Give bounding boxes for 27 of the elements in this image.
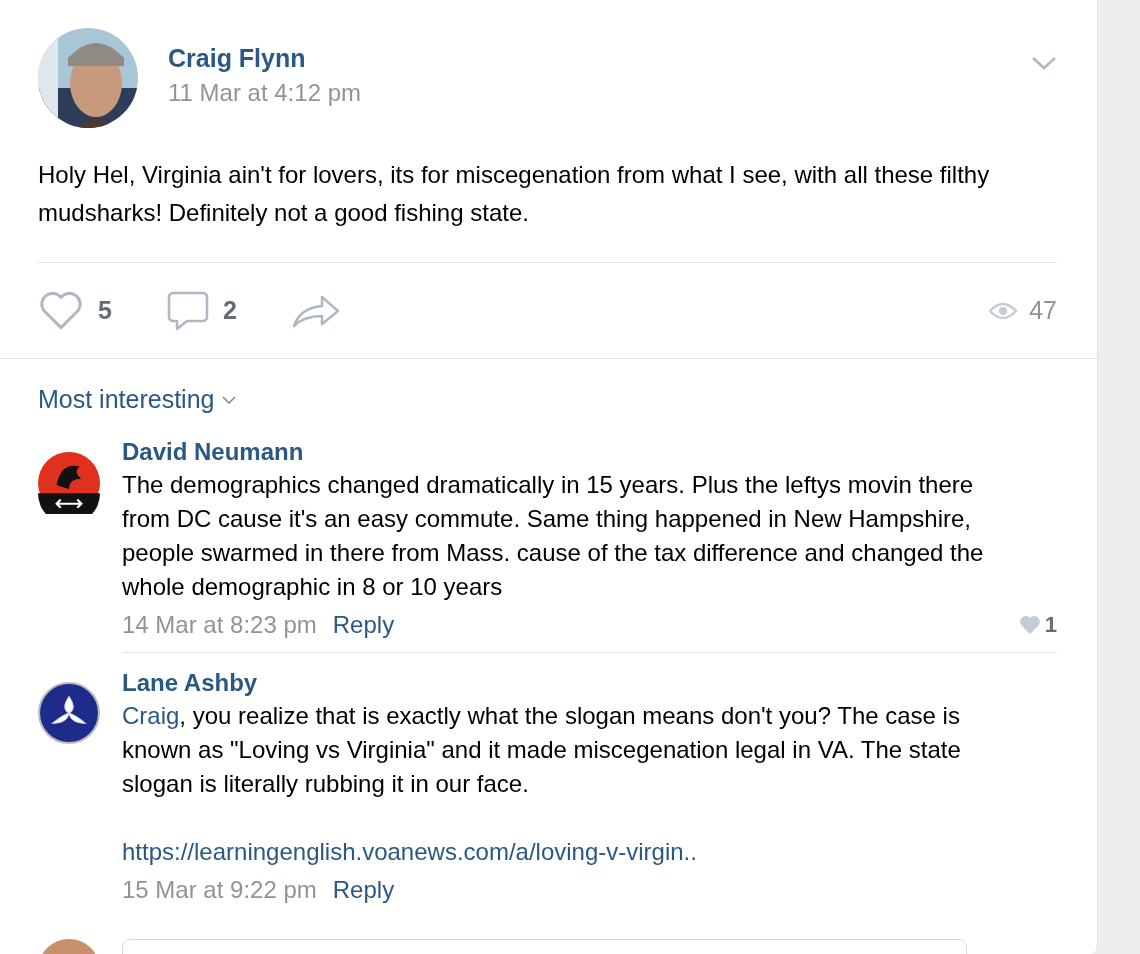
heart-icon[interactable] xyxy=(1018,615,1041,635)
url-link[interactable]: https://learningenglish.voanews.com/a/loving-v-virgin.. xyxy=(122,835,697,869)
commenter-name[interactable]: David Neumann xyxy=(122,436,1057,468)
comment-icon[interactable] xyxy=(166,290,209,331)
comment-time: 15 Mar at 9:22 pm xyxy=(122,876,317,904)
chevron-down-icon[interactable] xyxy=(1031,56,1057,70)
comment-time: 14 Mar at 8:23 pm xyxy=(122,611,317,639)
reply-link[interactable]: Reply xyxy=(332,876,395,904)
knot-emblem-icon xyxy=(38,682,100,744)
view-count: 47 xyxy=(1029,296,1057,325)
mention-link[interactable]: Craig xyxy=(122,702,180,729)
comment-text: Craig, you realize that is exactly what the slogan means don't you? The case is known as "Loving vs Virginia" and it made miscegenation legal in VA. The state slogan is literally rubbing it in our face. xyxy=(122,701,962,799)
chevron-down-icon xyxy=(222,395,237,404)
share-arrow-icon[interactable] xyxy=(291,293,340,328)
post-time: 11 Mar at 4:12 pm xyxy=(168,79,362,107)
reply-link[interactable]: Reply xyxy=(332,611,395,639)
sort-dropdown[interactable]: Most interesting xyxy=(38,385,237,414)
like-count: 1 xyxy=(1044,612,1057,638)
commenter-name[interactable]: Lane Ashby xyxy=(122,667,1057,699)
eye-icon xyxy=(989,301,1018,320)
heart-icon[interactable] xyxy=(38,289,84,332)
comment-text: The demographics changed dramatically in 15 years. Plus the leftys movin there from DC cause it's an easy commute. Same thing happened in New Hampshire, people swarmed in there from Mass. cause of the tax difference and changed the whole demographic in 8 or 10 years xyxy=(122,470,985,602)
comment-count: 2 xyxy=(222,296,237,325)
like-count: 5 xyxy=(98,296,112,325)
dragon-emblem-icon xyxy=(38,452,100,514)
post-text: Holy Hel, Virginia ain't for lovers, its for miscegenation from what I see, with all these filthy mudsharks! Definitely not a good fishing state. xyxy=(38,156,1057,263)
author-name[interactable]: Craig Flynn xyxy=(168,44,1031,73)
